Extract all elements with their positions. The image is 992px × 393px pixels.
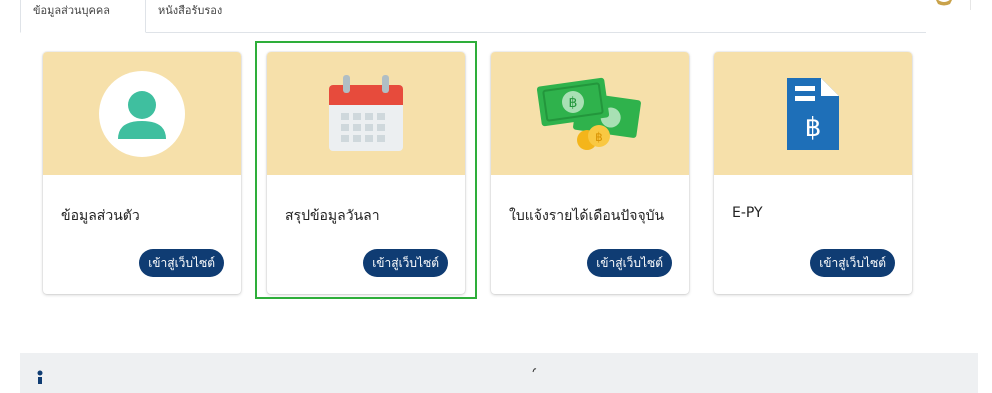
card-title: E-PY — [732, 205, 763, 221]
tab-certificates[interactable]: หนังสือรับรอง — [146, 0, 234, 32]
card-e-py: ฿ E-PY เข้าสู่เว็บไซต์ — [714, 52, 912, 294]
divider — [970, 0, 971, 10]
emblem-icon — [936, 0, 952, 6]
card-banner: ฿ — [714, 52, 912, 175]
tab-bar: ข้อมูลส่วนบุคคล หนังสือรับรอง — [20, 0, 926, 33]
visit-website-button[interactable]: เข้าสู่เว็บไซต์ — [139, 249, 224, 277]
text-fragment-icon — [532, 368, 537, 373]
tab-personal-info[interactable]: ข้อมูลส่วนบุคคล — [20, 0, 146, 33]
card-banner: ฿ ฿ — [491, 52, 689, 175]
visit-website-button[interactable]: เข้าสู่เว็บไซต์ — [587, 249, 672, 277]
info-icon — [37, 370, 43, 384]
user-avatar-icon — [99, 70, 185, 157]
card-current-income: ฿ ฿ ใบแจ้งรายได้เดือนปัจจุบัน เข้าสู่เว็… — [491, 52, 689, 294]
card-title: ข้อมูลส่วนตัว — [61, 208, 140, 224]
highlight-box — [255, 41, 477, 299]
svg-text:฿: ฿ — [595, 130, 603, 144]
card-banner — [43, 52, 241, 175]
card-title: ใบแจ้งรายได้เดือนปัจจุบัน — [509, 208, 665, 224]
svg-text:฿: ฿ — [569, 95, 578, 111]
card-personal-info: ข้อมูลส่วนตัว เข้าสู่เว็บไซต์ — [43, 52, 241, 294]
svg-text:฿: ฿ — [805, 113, 822, 143]
visit-website-button[interactable]: เข้าสู่เว็บไซต์ — [810, 249, 895, 277]
baht-document-icon: ฿ — [787, 77, 839, 150]
money-bills-icon: ฿ ฿ — [536, 77, 641, 150]
info-bar — [20, 353, 978, 393]
